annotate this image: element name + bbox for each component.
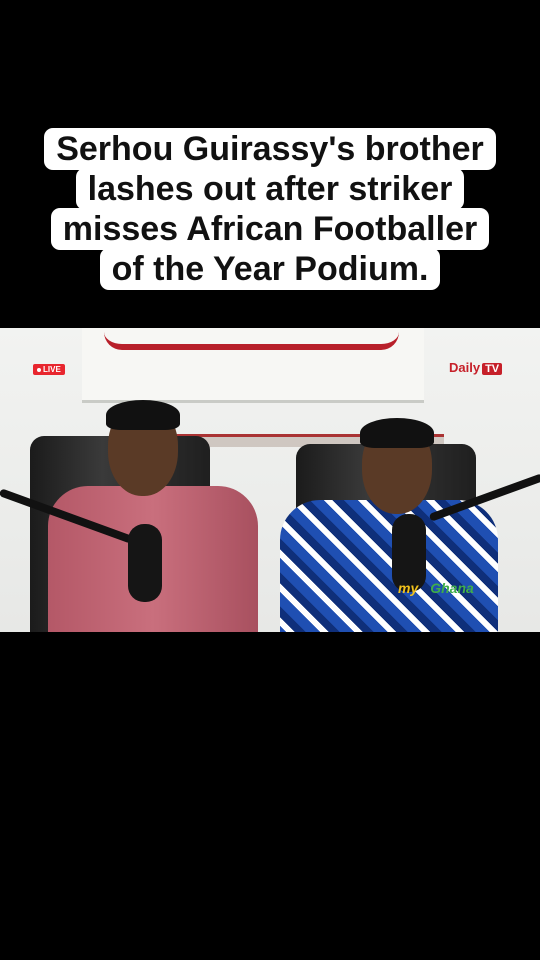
headline-line-2: lashes out after striker [75, 168, 465, 210]
microphone-left-icon [128, 524, 162, 602]
headline-line-3: misses African Footballer [50, 208, 490, 250]
headline-line-4: of the Year Podium. [99, 248, 441, 290]
channel-logo: Daily TV [449, 360, 503, 375]
studio-banner [82, 328, 424, 403]
live-badge: LIVE [33, 364, 65, 375]
video-frame[interactable]: LIVE Daily TV my Ghana [0, 328, 540, 632]
live-dot-icon [37, 367, 41, 372]
banner-red-arc [104, 332, 399, 350]
headline-caption: Serhou Guirassy's brother lashes out aft… [0, 128, 540, 290]
headline-line-1: Serhou Guirassy's brother [44, 128, 496, 170]
host-right-hair [360, 418, 434, 448]
station-watermark: my Ghana [398, 580, 474, 596]
host-right-shirt [280, 500, 498, 632]
host-left-hair [106, 400, 180, 430]
